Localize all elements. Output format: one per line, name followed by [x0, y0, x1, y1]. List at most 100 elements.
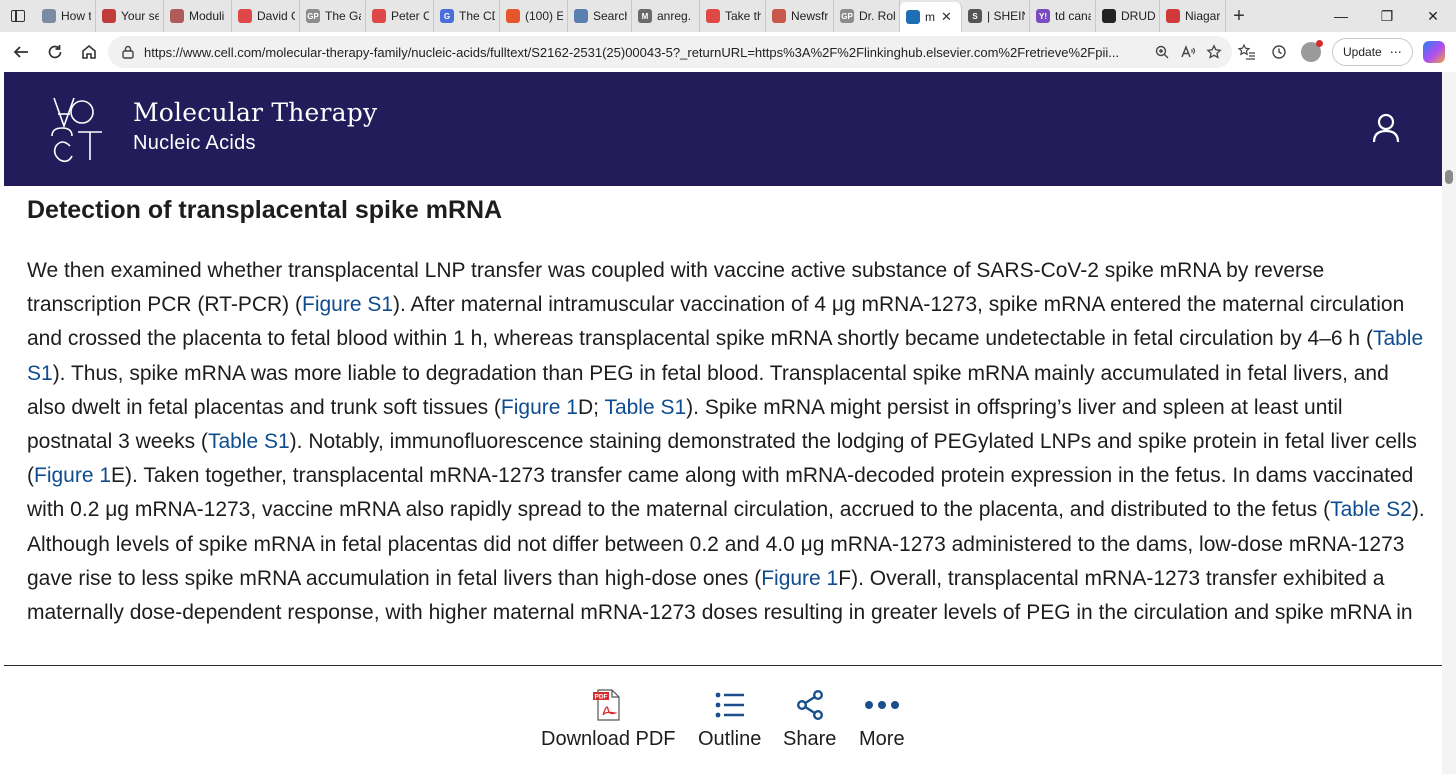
download-pdf-label: Download PDF — [541, 728, 676, 750]
browser-tab[interactable]: Take th — [700, 0, 766, 32]
reference-link[interactable]: Table S1 — [208, 430, 290, 453]
browser-tab[interactable]: (100) E — [500, 0, 568, 32]
history-icon — [1272, 45, 1286, 59]
browser-tab[interactable]: Moduli — [164, 0, 232, 32]
journal-subtitle[interactable]: Nucleic Acids — [133, 132, 256, 155]
journal-title[interactable]: Molecular Therapy — [133, 98, 377, 127]
reference-link[interactable]: Table S1 — [604, 396, 686, 419]
browser-tab[interactable]: DRUDG — [1096, 0, 1160, 32]
lock-icon[interactable] — [120, 44, 136, 60]
favorites-button[interactable] — [1236, 41, 1258, 63]
close-tab-icon[interactable]: ✕ — [941, 9, 952, 25]
tab-favicon-icon — [102, 9, 116, 23]
tab-favicon-icon: M — [638, 9, 652, 23]
home-icon — [82, 44, 96, 59]
tab-title: Search — [593, 9, 627, 23]
tab-favicon-icon — [574, 9, 588, 23]
tab-title: m — [925, 10, 935, 24]
reference-link[interactable]: Figure 1 — [501, 396, 578, 419]
browser-tab[interactable]: How to — [36, 0, 96, 32]
article-action-bar: PDF Download PDF Outline Share More — [4, 665, 1442, 774]
tab-title: anreg. — [657, 9, 692, 23]
tab-actions-button[interactable] — [0, 0, 36, 32]
browser-tab[interactable]: Your se — [96, 0, 164, 32]
browser-tab[interactable]: Y! td cana — [1030, 0, 1096, 32]
refresh-icon — [48, 45, 62, 59]
tab-title: David C — [257, 9, 295, 23]
copilot-icon[interactable] — [1422, 41, 1445, 63]
tab-favicon-icon — [772, 9, 786, 23]
tab-title: | SHEIN — [987, 9, 1025, 23]
share-button[interactable]: Share — [783, 688, 836, 751]
home-button[interactable] — [72, 35, 106, 69]
tab-title: Your se — [121, 9, 159, 23]
asgct-logo-icon[interactable]: A — [48, 92, 112, 166]
reference-link[interactable]: Table S2 — [1330, 498, 1412, 521]
outline-list-icon — [715, 692, 744, 718]
tab-favicon-icon: G — [440, 9, 454, 23]
browser-tab[interactable]: GP The Ga — [300, 0, 366, 32]
tab-favicon-icon: Y! — [1036, 9, 1050, 23]
tab-title: How to — [61, 9, 91, 23]
tab-list: How to Your se Moduli David C GP The Ga Peter … — [36, 0, 1226, 32]
tab-title: td cana — [1055, 9, 1091, 23]
more-label: More — [859, 728, 905, 750]
close-window-button[interactable]: ✕ — [1410, 0, 1456, 32]
browser-tab[interactable]: S | SHEIN — [962, 0, 1030, 32]
tab-title: Newsfr — [791, 9, 829, 23]
update-button[interactable]: Update ⋯ — [1332, 38, 1413, 66]
outline-button[interactable]: Outline — [698, 688, 761, 751]
page-scrollbar[interactable] — [1442, 72, 1456, 774]
url-text[interactable]: https://www.cell.com/molecular-therapy-f… — [144, 45, 1144, 60]
new-tab-button[interactable]: + — [1226, 0, 1252, 32]
pdf-file-icon: PDF — [593, 689, 620, 721]
favorite-star-icon[interactable] — [1206, 44, 1222, 60]
history-button[interactable] — [1268, 41, 1290, 63]
back-arrow-icon — [13, 46, 28, 58]
reference-link[interactable]: Figure S1 — [302, 293, 393, 316]
tab-title: (100) E — [525, 9, 563, 23]
browser-tab[interactable]: Search — [568, 0, 632, 32]
tab-title: Take th — [725, 9, 761, 23]
browser-tab[interactable]: David C — [232, 0, 300, 32]
browser-tab[interactable]: Peter C — [366, 0, 434, 32]
maximize-button[interactable]: ❐ — [1364, 0, 1410, 32]
minimize-button[interactable]: — — [1318, 0, 1364, 32]
more-dots-icon — [864, 701, 899, 709]
reference-link[interactable]: Figure 1 — [34, 464, 111, 487]
active-browser-tab[interactable]: m ✕ — [900, 2, 962, 32]
article-paragraph: We then examined whether transplacental … — [27, 254, 1432, 630]
browser-tab[interactable]: GP Dr. Rol — [834, 0, 900, 32]
tab-title: Dr. Rol — [859, 9, 895, 23]
refresh-button[interactable] — [38, 35, 72, 69]
more-button[interactable]: More — [859, 688, 905, 751]
tab-title: Moduli — [189, 9, 225, 23]
address-bar[interactable]: https://www.cell.com/molecular-therapy-f… — [108, 36, 1232, 68]
tab-favicon-icon — [506, 9, 520, 23]
profile-button[interactable] — [1300, 40, 1323, 63]
page-viewport: A Molecular Therapy Nucleic Acids Detect… — [4, 72, 1442, 774]
tab-favicon-icon: GP — [306, 9, 320, 23]
share-label: Share — [783, 728, 837, 750]
back-button[interactable] — [4, 35, 38, 69]
tab-title: Peter C — [391, 9, 429, 23]
zoom-icon[interactable] — [1154, 44, 1170, 60]
download-pdf-button[interactable]: PDF Download PDF — [541, 688, 676, 751]
browser-tab[interactable]: Niagar — [1160, 0, 1226, 32]
update-label: Update — [1343, 45, 1382, 59]
browser-tab[interactable]: G The CD — [434, 0, 500, 32]
tab-favicon-icon — [238, 9, 252, 23]
tab-title: The CD — [459, 9, 495, 23]
reference-link[interactable]: Figure 1 — [761, 567, 838, 590]
paragraph-text: D; — [577, 395, 605, 419]
logo-letter-a: A — [54, 113, 55, 114]
tab-title: DRUDG — [1121, 9, 1155, 23]
tab-favicon-icon — [1166, 9, 1180, 23]
browser-tab[interactable]: Newsfr — [766, 0, 834, 32]
browser-tab[interactable]: Manreg. — [632, 0, 700, 32]
read-aloud-icon[interactable] — [1180, 44, 1196, 60]
scrollbar-thumb[interactable] — [1445, 170, 1453, 184]
more-menu-icon[interactable]: ⋯ — [1390, 45, 1402, 59]
user-account-icon[interactable] — [1371, 112, 1401, 144]
paragraph-text: E). Taken together, transplacental mRNA-… — [27, 464, 1414, 522]
